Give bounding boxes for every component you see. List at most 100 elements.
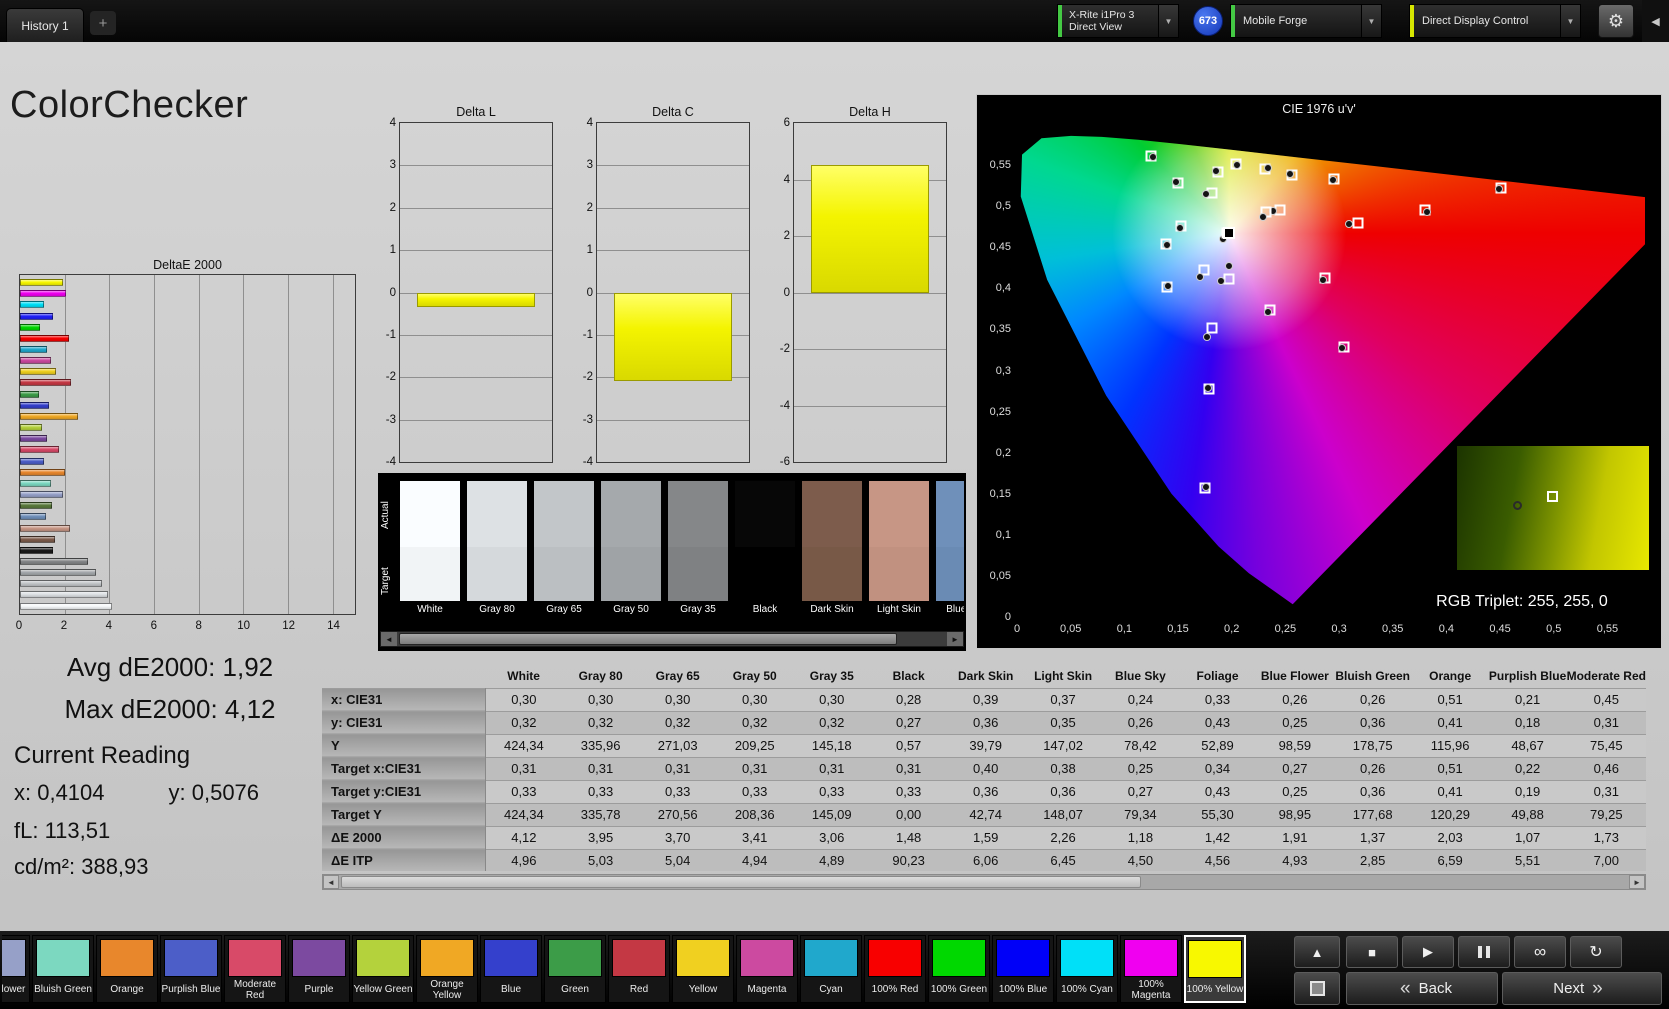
table-cell: 6,45 — [1024, 848, 1102, 871]
chevron-down-icon[interactable]: ▼ — [1560, 5, 1580, 37]
swatch-scrollbar[interactable]: ◄ ► — [380, 631, 964, 647]
pattern-bar: Blue Flower Bluish Green Orange Purplish Bl… — [0, 931, 1669, 1009]
axis-tick-label: 0,05 — [1059, 623, 1082, 635]
scroll-right-icon: ► — [1633, 877, 1641, 887]
table-cell: 0,00 — [870, 802, 947, 826]
table-cell: 75,45 — [1566, 733, 1646, 757]
pattern-tile-blue[interactable]: Blue — [480, 935, 542, 1003]
pattern-tile-yellow[interactable]: Yellow — [672, 935, 734, 1003]
scrollbar-thumb[interactable] — [399, 633, 897, 645]
pattern-tile-moderate-red[interactable]: Moderate Red — [224, 935, 286, 1003]
stop-icon: ■ — [1368, 944, 1376, 960]
table-scrollbar[interactable]: ◄ ► — [322, 874, 1646, 890]
column-header-blue-flower: Blue Flower — [1260, 668, 1329, 683]
axis-tick-label: 0,45 — [989, 241, 1011, 254]
table-cell: 4,96 — [485, 848, 563, 871]
pattern-tile-yellow-green[interactable]: Yellow Green — [352, 935, 414, 1003]
axis-tick-label: 1 — [586, 244, 593, 257]
grid-line — [400, 207, 552, 209]
pattern-tile-100-yellow[interactable]: 100% Yellow — [1184, 935, 1246, 1003]
pattern-tile-red[interactable]: Red — [608, 935, 670, 1003]
pause-button[interactable] — [1458, 936, 1510, 968]
settings-button[interactable]: ⚙ — [1598, 4, 1634, 38]
pattern-tile-100-magenta[interactable]: 100% Magenta — [1120, 935, 1182, 1003]
pattern-color — [36, 939, 90, 977]
table-row: ΔE ITP 4,96 5,03 5,04 4,94 4,89 90,23 6,06 6,45 4… — [322, 848, 1646, 871]
patch-count-badge: 673 — [1193, 6, 1223, 36]
scroll-left-button[interactable]: ◄ — [381, 632, 397, 646]
pattern-tile-cyan[interactable]: Cyan — [800, 935, 862, 1003]
pattern-label: Blue — [500, 984, 521, 995]
bar-row — [20, 534, 354, 545]
table-cell: 4,89 — [793, 848, 871, 871]
delta-e-bar-light-skin — [20, 524, 71, 532]
pattern-tile-orange-yellow[interactable]: Orange Yellow — [416, 935, 478, 1003]
table-cell: 0,40 — [947, 756, 1025, 780]
scrollbar-thumb[interactable] — [341, 876, 1141, 888]
table-cell: 0,32 — [793, 710, 871, 734]
column-header-orange: Orange — [1429, 668, 1472, 683]
display-control-button[interactable]: Direct Display Control ▼ — [1409, 4, 1581, 38]
pattern-tile-blue-flower[interactable]: Blue Flower — [2, 935, 30, 1003]
pattern-tile-100-green[interactable]: 100% Green — [928, 935, 990, 1003]
pattern-tile-bluish-green[interactable]: Bluish Green — [32, 935, 94, 1003]
pattern-label: Orange — [110, 984, 144, 995]
back-button[interactable]: « Back — [1346, 972, 1498, 1005]
measured-marker-100-yellow — [1232, 160, 1241, 169]
measured-marker-orange-yellow — [1285, 169, 1294, 178]
pattern-tile-100-blue[interactable]: 100% Blue — [992, 935, 1054, 1003]
bar-row — [20, 422, 354, 433]
loop-infinite-button[interactable]: ∞ — [1514, 936, 1566, 968]
stop-button[interactable]: ■ — [1346, 936, 1398, 968]
meter-select-button[interactable]: X-Rite i1Pro 3 Direct View ▼ — [1057, 4, 1179, 38]
table-cell: 0,39 — [947, 687, 1025, 711]
measured-marker-100-green — [1149, 152, 1158, 161]
collapse-panel-button[interactable]: ◀ — [1642, 0, 1669, 42]
target-row-label: Target — [380, 567, 391, 595]
scroll-right-button[interactable]: ► — [947, 632, 963, 646]
tab-history-1[interactable]: History 1 — [6, 8, 84, 42]
target-marker-blue-flower — [1223, 273, 1235, 285]
scroll-right-button[interactable]: ► — [1629, 875, 1645, 889]
chevron-down-icon[interactable]: ▼ — [1158, 5, 1178, 37]
axis-tick-label: 6 — [783, 117, 790, 129]
table-cell: 6,59 — [1411, 848, 1489, 871]
colorchecker-app: History 1 + X-Rite i1Pro 3 Direct View ▼… — [0, 0, 1669, 1009]
table-cell: 1,07 — [1488, 825, 1567, 849]
delta-e-bar-100-red — [20, 334, 69, 342]
grid-line — [400, 377, 552, 379]
pattern-up-button[interactable]: ▲ — [1294, 936, 1340, 968]
table-cell: 78,42 — [1101, 733, 1180, 757]
swatch-target — [467, 547, 527, 601]
axis-tick-label: 0,5 — [1546, 623, 1562, 635]
pattern-tile-magenta[interactable]: Magenta — [736, 935, 798, 1003]
pattern-source-button[interactable]: Mobile Forge ▼ — [1230, 4, 1382, 38]
pattern-tile-100-red[interactable]: 100% Red — [864, 935, 926, 1003]
next-button[interactable]: Next » — [1502, 972, 1662, 1005]
table-cell: 0,26 — [1333, 756, 1412, 780]
repeat-button[interactable]: ↻ — [1570, 936, 1622, 968]
pattern-label: 100% Cyan — [1061, 984, 1113, 995]
pattern-label: 100% Blue — [998, 984, 1048, 995]
table-cell: 90,23 — [870, 848, 947, 871]
pattern-tile-100-cyan[interactable]: 100% Cyan — [1056, 935, 1118, 1003]
bar-row — [20, 489, 354, 500]
pattern-tile-orange[interactable]: Orange — [96, 935, 158, 1003]
play-button[interactable]: ▶ — [1402, 936, 1454, 968]
pattern-tile-purplish-blue[interactable]: Purplish Blue — [160, 935, 222, 1003]
back-chevron-icon: « — [1400, 977, 1411, 999]
scroll-left-button[interactable]: ◄ — [323, 875, 339, 889]
pattern-tile-purple[interactable]: Purple — [288, 935, 350, 1003]
delta-e-bar-foliage — [20, 502, 52, 510]
grid-line — [400, 419, 552, 421]
axis-tick-label: 0,25 — [1274, 623, 1297, 635]
pattern-label: 100% Magenta — [1131, 978, 1171, 1001]
add-tab-button[interactable]: + — [90, 11, 116, 35]
pattern-window-button[interactable] — [1294, 972, 1340, 1005]
table-row: x: CIE31 0,30 0,30 0,30 0,30 0,30 0,28 0,39 0,37… — [322, 687, 1646, 711]
measurement-table: White Gray 80 Gray 65 Gray 50 Gray 35 Black Da… — [322, 664, 1646, 871]
table-cell: 424,34 — [485, 802, 563, 826]
chevron-down-icon[interactable]: ▼ — [1361, 5, 1381, 37]
swatch-actual — [668, 481, 728, 547]
pattern-tile-green[interactable]: Green — [544, 935, 606, 1003]
